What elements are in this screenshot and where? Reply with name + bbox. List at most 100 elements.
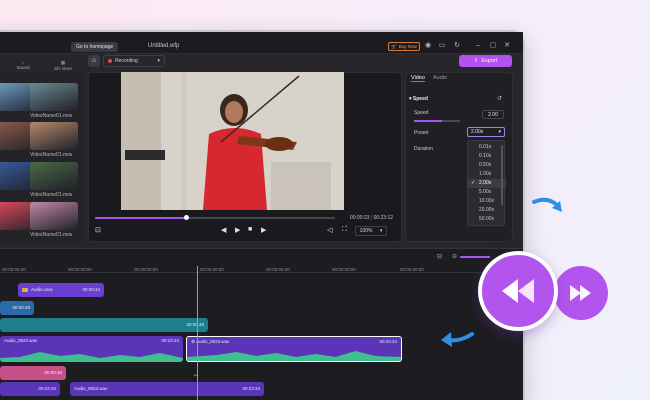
media-thumbnail-label: VideoName01.mov [30, 192, 73, 198]
fullscreen-icon[interactable]: ⛶ [342, 226, 347, 234]
speed-section-label: Speed [412, 96, 428, 102]
tab-audio[interactable]: Audio [433, 75, 447, 81]
duration-label: Duration [414, 146, 433, 152]
zoom-out-icon[interactable]: ⊖ [452, 253, 457, 260]
timeline-ruler [0, 272, 525, 273]
tab-sound-label: Sound [16, 65, 30, 70]
chevron-down-icon: ▾ [498, 129, 501, 135]
snapshot-icon[interactable]: ⊡ [95, 226, 101, 234]
preset-option-label: 50.00x [479, 216, 495, 222]
audio-clip-b[interactable]: ⚙ Audio_0823.wav 00:23:34 [186, 336, 402, 362]
audio-clip-c[interactable]: 00:23:34 [0, 382, 60, 396]
fit-icon[interactable]: ⊟ [437, 253, 442, 260]
next-frame-icon[interactable]: ▶ [261, 226, 266, 234]
audio-waveform [187, 351, 401, 361]
speed-slider[interactable] [414, 120, 460, 122]
media-thumbnail[interactable] [30, 162, 78, 190]
preset-option-label: 1.00x [479, 171, 492, 177]
video-clip-short[interactable]: 00:00:48 [0, 301, 34, 315]
volume-icon[interactable]: ◁ [327, 226, 332, 234]
zoom-value: 100% [359, 228, 373, 234]
curved-arrow-right-icon [532, 197, 562, 212]
cart-icon: 🛒 [391, 43, 397, 49]
export-label: Export [481, 58, 498, 64]
preset-value: 2.00x [471, 129, 484, 135]
video-clip-long[interactable]: 00:00:48 [0, 318, 208, 332]
playhead[interactable] [197, 266, 198, 400]
clip-name: Audio.cara [22, 287, 53, 292]
fast-forward-button[interactable] [554, 266, 608, 320]
chevron-down-icon: ▾ [157, 58, 160, 64]
speed-value-input[interactable]: 2.00 [482, 110, 504, 119]
play-icon[interactable]: ▶ [235, 226, 240, 234]
clip-name: Audio_0823.wav [4, 338, 38, 343]
preset-option-label: 2.00x [479, 180, 492, 186]
preset-option[interactable]: 50.00x [468, 215, 506, 224]
recording-dropdown[interactable]: Recording ▾ [103, 55, 165, 67]
media-thumbnail-label: VideoName01.mov [30, 113, 73, 119]
rewind-icon [502, 279, 534, 303]
account-icon[interactable]: ◉ [424, 42, 432, 50]
home-button[interactable]: ⌂ [88, 55, 100, 67]
progress-fill [95, 217, 187, 219]
file-title: Untitled.wfp [148, 43, 180, 49]
media-thumbnail-label: VideoName01.mov [30, 152, 73, 158]
speed-slider-fill [414, 120, 442, 122]
preset-select[interactable]: 2.00x ▾ [467, 127, 505, 137]
media-thumbnail[interactable] [30, 202, 78, 230]
close-icon[interactable]: ✕ [503, 42, 511, 50]
pink-clip[interactable]: 00:00:48 [0, 366, 66, 380]
audio-waveform [0, 352, 183, 362]
recording-label: Recording [115, 58, 138, 64]
playback-progress[interactable] [95, 215, 335, 220]
dropdown-scrollbar[interactable] [501, 145, 503, 205]
rewind-button[interactable] [478, 251, 558, 331]
audio-clip-a[interactable]: Audio_0823.wav 00:23:34 [0, 336, 183, 362]
speed-section-title[interactable]: ▾ Speed [409, 96, 428, 102]
maximize-icon[interactable]: ▢ [489, 42, 497, 50]
tab-sfx-store-label: Sfx store [54, 66, 72, 71]
media-thumbnail[interactable] [30, 83, 78, 111]
fast-forward-icon [570, 285, 591, 301]
time-separator: | [370, 215, 373, 221]
home-icon: ⌂ [91, 57, 97, 64]
curved-arrow-left-icon [441, 332, 474, 347]
clip-duration: 00:23:34 [38, 386, 56, 391]
preset-dropdown[interactable]: 0.01x 0.10x 0.50x 1.00x ✓ 2.00x 5.00x 10.00x 20.… [467, 140, 506, 226]
time-readout: 00:00:23 | 00:23:12 [350, 215, 393, 221]
export-icon: ⇪ [473, 58, 479, 64]
tab-sound[interactable]: ♪ Sound [8, 60, 38, 70]
preset-option[interactable]: 20.00x [468, 206, 506, 215]
buy-now-label: Buy Now [398, 44, 417, 49]
tab-video[interactable]: Video [411, 75, 425, 82]
preset-option-label: 5.00x [479, 189, 492, 195]
timeline-zoom-slider[interactable] [460, 256, 490, 258]
clip-duration: 00:00:48 [186, 322, 204, 327]
clip-duration: 00:23:34 [242, 386, 260, 391]
clip-duration: 00:23:34 [161, 338, 179, 343]
prev-frame-icon[interactable]: ◀ [221, 226, 226, 234]
export-button[interactable]: ⇪ Export [459, 55, 512, 67]
clip-name: Audio_0823.wav [74, 386, 108, 391]
reset-icon[interactable]: ↺ [497, 95, 502, 102]
sync-icon[interactable]: ↻ [453, 42, 461, 50]
check-icon: ✓ [471, 180, 476, 186]
tab-sfx-store[interactable]: ▦ Sfx store [48, 60, 78, 71]
stop-icon[interactable]: ■ [248, 226, 252, 233]
media-thumbnail[interactable] [30, 122, 78, 150]
preset-option-label: 20.00x [479, 207, 495, 213]
clip-duration: 00:00:44 [82, 287, 100, 292]
message-icon[interactable]: ▭ [438, 42, 446, 50]
preset-label: Preset [414, 130, 429, 136]
homepage-tooltip: Go to homepage [71, 42, 119, 52]
zoom-select[interactable]: 100% ▾ [355, 226, 387, 236]
audio-cover-clip[interactable]: Audio.cara 00:00:44 [18, 283, 104, 297]
preset-option-label: 0.50x [479, 162, 492, 168]
buy-now-button[interactable]: 🛒 Buy Now [388, 42, 420, 51]
minimize-icon[interactable]: – [474, 42, 482, 50]
video-frame[interactable] [121, 72, 344, 210]
clip-duration: 00:23:34 [379, 339, 397, 344]
audio-clip-d[interactable]: Audio_0823.wav 00:23:34 [70, 382, 264, 396]
clip-duration: 00:00:48 [12, 305, 30, 310]
total-time: 00:23:12 [373, 215, 394, 221]
